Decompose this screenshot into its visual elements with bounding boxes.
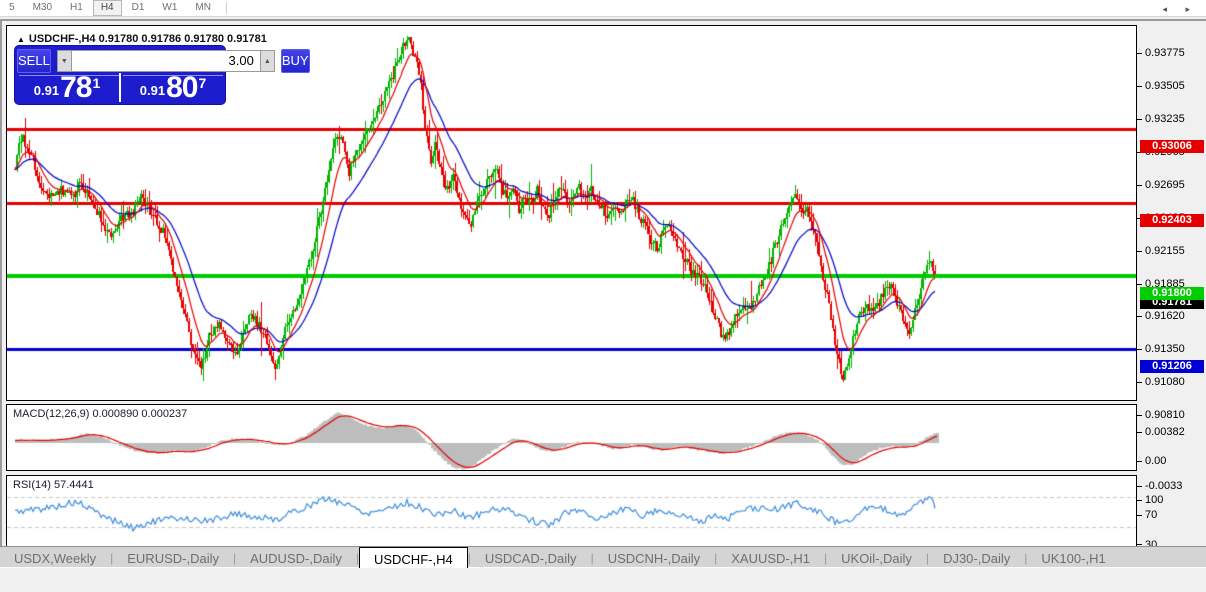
volume-input[interactable] [71,49,260,72]
buy-price-sup: 7 [198,75,207,91]
axis-tick-label: 0.91350 [1137,343,1185,355]
sell-price-prefix: 0.91 [33,83,60,98]
toolbar-separator [225,2,227,14]
macd-indicator-panel[interactable]: MACD(12,26,9) 0.000890 0.000237 [6,404,1137,471]
axis-tick-label: 70 [1137,509,1157,521]
axis-tick-label: 0.90810 [1137,409,1185,421]
mt4-application: 5 M30 H1 H4 D1 W1 MN ▲ USDCHF-,H4 0.91780 0.917… [0,0,1206,592]
chart-tab-xauusd-h1[interactable]: XAUUSD-,H1 [717,547,824,568]
buy-price-prefix: 0.91 [139,83,166,98]
timeframe-button-5[interactable]: 5 [1,0,23,16]
rsi-label: RSI(14) 57.4441 [13,479,94,491]
chart-tab-usdcnh-daily[interactable]: USDCNH-,Daily [594,547,714,568]
chart-tab-uk100-h1[interactable]: UK100-,H1 [1027,547,1119,568]
macd-label: MACD(12,26,9) 0.000890 0.000237 [13,408,188,420]
buy-price[interactable]: 0.91 80 7 [121,71,225,104]
timeframe-button-h1[interactable]: H1 [62,0,91,16]
chart-tab-usdcad-daily[interactable]: USDCAD-,Daily [471,547,591,568]
chart-tab-bar: USDX,Weekly | EURUSD-,Daily | AUDUSD-,Daily |… [0,546,1206,568]
axis-tick-label: 0.93775 [1137,47,1185,59]
axis-tick-label: 0.93505 [1137,80,1185,92]
price-chart-panel[interactable]: ▲ USDCHF-,H4 0.91780 0.91786 0.91780 0.91… [6,25,1137,401]
timeframe-button-m30[interactable]: M30 [25,0,60,16]
axis-tick-label: 100 [1137,494,1163,506]
sell-price-sup: 1 [92,75,101,91]
chart-window: ▲ USDCHF-,H4 0.91780 0.91786 0.91780 0.91… [0,19,1206,592]
chart-tab-usdx-weekly[interactable]: USDX,Weekly [0,547,110,568]
axis-tick-label: 0.91620 [1137,310,1185,322]
chart-tab-ukoil-daily[interactable]: UKOil-,Daily [827,547,926,568]
buy-divider-line [123,75,223,76]
sell-price-big: 78 [60,71,92,104]
axis-tick-label: 0.92695 [1137,179,1185,191]
timeframe-button-w1[interactable]: W1 [154,0,185,16]
sell-price[interactable]: 0.91 78 1 [15,71,121,104]
collapse-triangle-icon[interactable]: ▲ [17,35,25,44]
sell-divider-line [19,75,119,76]
level-price-label: 0.92403 [1140,213,1204,227]
axis-tick-label: 0.91080 [1137,376,1185,388]
buy-button[interactable]: BUY [280,48,310,73]
buy-price-big: 80 [166,71,198,104]
timeframe-button-mn[interactable]: MN [187,0,219,16]
level-price-label: 0.93006 [1140,139,1204,153]
axis-tick-label: 0.92155 [1137,245,1185,257]
volume-decrease-button[interactable]: ▼ [56,49,72,72]
axis-tick-label: 0.93235 [1137,113,1185,125]
axis-tick-label: 0.00382 [1137,426,1185,438]
timeframe-button-h4[interactable]: H4 [92,0,122,16]
volume-increase-button[interactable]: ▲ [259,49,275,72]
chart-tab-dj30-daily[interactable]: DJ30-,Daily [929,547,1024,568]
axis-tick-label: 0.00 [1137,455,1166,467]
level-price-label: 0.91206 [1140,359,1204,373]
sell-button[interactable]: SELL [17,48,51,73]
chart-tab-audusd-daily[interactable]: AUDUSD-,Daily [236,547,356,568]
level-price-label: 0.91800 [1140,287,1204,301]
one-click-trading-widget: SELL ▼ ▲ BUY 0.91 78 1 [15,46,310,104]
rsi-indicator-panel[interactable]: RSI(14) 57.4441 [6,475,1137,548]
chart-title: ▲ USDCHF-,H4 0.91780 0.91786 0.91780 0.91… [17,33,267,45]
bottom-strip [0,567,1206,592]
tab-scroll-arrows[interactable]: ◂ ▸ [1162,4,1198,15]
timeframe-toolbar: 5 M30 H1 H4 D1 W1 MN [0,0,1206,17]
volume-control: ▼ ▲ [56,49,275,72]
chart-tab-eurusd-daily[interactable]: EURUSD-,Daily [113,547,233,568]
axis-tick-label: -0.0033 [1137,480,1182,492]
chart-tab-usdchf-h4[interactable]: USDCHF-,H4 [358,547,468,568]
price-axis[interactable]: 0.937750.935050.932350.929650.926950.924… [1137,40,1206,580]
rsi-canvas[interactable] [7,476,1136,547]
timeframe-button-d1[interactable]: D1 [124,0,153,16]
